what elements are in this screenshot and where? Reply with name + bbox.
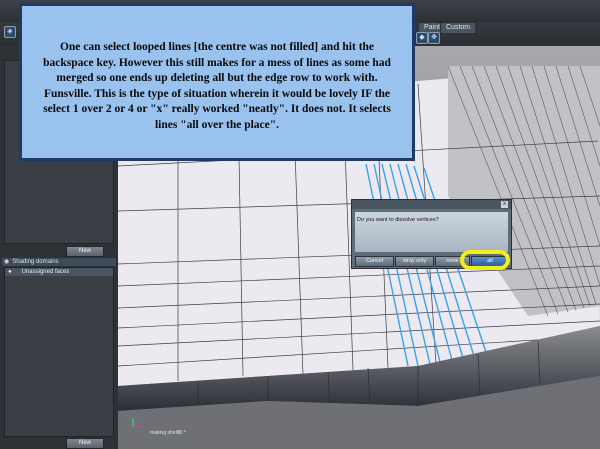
viewport-status-label: making shellfill * [150,430,186,436]
cancel-button[interactable]: Cancel [355,256,394,267]
app-icon[interactable]: ◈ [4,26,16,38]
list-item-label: Unassigned faces [21,269,70,275]
visibility-icon[interactable]: ● [8,269,12,275]
tool-icon[interactable]: ✥ [428,32,440,44]
new-button[interactable]: New [66,438,104,449]
stray-only-button[interactable]: stray only [395,256,434,267]
annotation-text: One can select looped lines [the centre … [43,41,391,131]
shading-domains-header: ◉ Shading domains [2,258,116,266]
shading-domains-list[interactable]: ● Unassigned faces [4,267,114,437]
dialog-message: Do you want to dissolve vertices? [357,217,439,223]
close-button[interactable]: x [501,201,508,208]
tab-custom[interactable]: Custom [440,22,477,34]
highlight-ring [460,250,510,270]
list-item[interactable]: ● Unassigned faces [5,268,113,276]
axis-gizmo-icon [130,416,144,430]
dialog-title-bar[interactable]: x [352,200,511,209]
annotation-box: One can select looped lines [the centre … [19,3,415,161]
shading-domains-label: Shading domains [12,259,59,265]
eye-icon[interactable]: ◉ [4,259,9,265]
new-button[interactable]: New [66,246,104,257]
tool-icon[interactable]: ◆ [416,32,428,44]
